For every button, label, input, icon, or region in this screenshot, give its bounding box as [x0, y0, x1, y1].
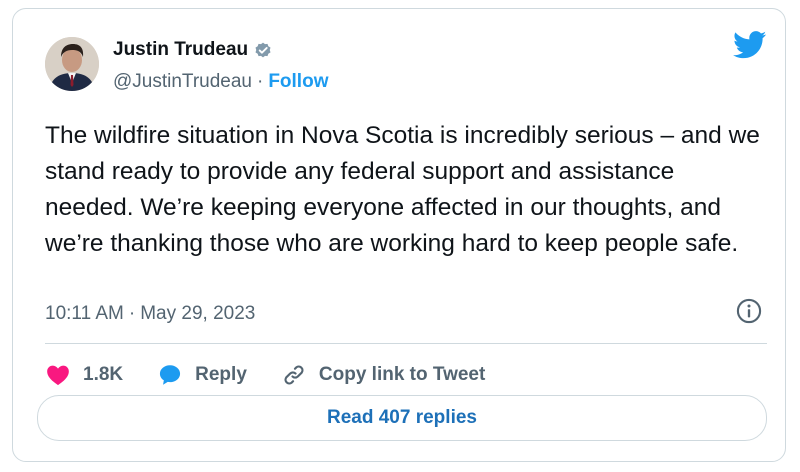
author-handle[interactable]: @JustinTrudeau: [113, 71, 252, 93]
verified-badge-icon: [253, 40, 273, 60]
like-count: 1.8K: [83, 364, 124, 385]
author-name[interactable]: Justin Trudeau: [113, 39, 248, 61]
reply-button[interactable]: Reply: [157, 362, 247, 388]
follow-button[interactable]: Follow: [268, 71, 328, 93]
copy-link-label: Copy link to Tweet: [318, 364, 486, 385]
separator: ·: [256, 71, 264, 92]
tweet-timestamp[interactable]: 10:11 AM · May 29, 2023: [45, 303, 255, 325]
info-icon[interactable]: [735, 297, 763, 325]
speech-bubble-icon: [160, 365, 181, 385]
separator: ·: [128, 303, 136, 324]
author-name-row: Justin Trudeau: [113, 39, 273, 61]
read-replies-button[interactable]: Read 407 replies: [37, 395, 767, 441]
author-handle-row: @JustinTrudeau · Follow: [113, 71, 328, 93]
like-button[interactable]: 1.8K: [45, 362, 123, 388]
reply-label: Reply: [195, 364, 247, 385]
action-bar: 1.8K Reply Copy link to Tweet: [45, 353, 519, 397]
tweet-text: The wildfire situation in Nova Scotia is…: [45, 122, 760, 257]
tweet-time[interactable]: 10:11 AM: [45, 303, 124, 325]
tweet-card: Justin Trudeau @JustinTrudeau · Follow T…: [12, 8, 786, 462]
divider: [45, 343, 767, 344]
twitter-bird-icon[interactable]: [733, 31, 767, 59]
read-replies-label: Read 407 replies: [327, 407, 477, 428]
author-avatar[interactable]: [45, 37, 99, 91]
link-icon: [284, 365, 304, 385]
tweet-date[interactable]: May 29, 2023: [140, 303, 255, 325]
copy-link-button[interactable]: Copy link to Tweet: [281, 362, 485, 388]
heart-icon: [47, 365, 69, 386]
